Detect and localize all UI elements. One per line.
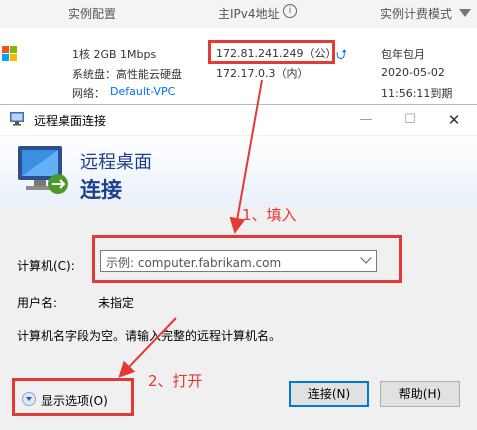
minimize-icon[interactable]: — xyxy=(344,105,388,135)
private-ip: 172.17.0.3（内） xyxy=(216,67,309,80)
username-value: 未指定 xyxy=(98,296,135,310)
billing-date: 2020-05-02 xyxy=(381,66,445,79)
username-label: 用户名: xyxy=(17,296,58,310)
help-button[interactable]: 帮助(H) xyxy=(380,381,460,407)
copy-icon[interactable]: ⮍ xyxy=(336,44,347,68)
dialog-titlebar[interactable]: 远程桌面连接 — ☐ ✕ xyxy=(0,105,477,135)
computer-highlight-box xyxy=(92,235,402,283)
options-highlight-box xyxy=(12,378,134,416)
billing-mode: 包年包月 xyxy=(381,48,425,61)
info-icon[interactable]: i xyxy=(283,4,297,18)
header-config: 实例配置 xyxy=(68,7,117,21)
table-header: 实例配置 主IPv4地址 i 实例计费模式 xyxy=(0,0,477,28)
header-ip: 主IPv4地址 xyxy=(218,7,280,21)
status-message: 计算机名字段为空。请输入完整的远程计算机名。 xyxy=(17,329,282,343)
banner-title: 远程桌面 xyxy=(80,152,152,173)
connect-button[interactable]: 连接(N) xyxy=(289,381,369,407)
ip-highlight-box xyxy=(208,40,335,64)
maximize-icon[interactable]: ☐ xyxy=(388,105,432,135)
computer-label: 计算机(C): xyxy=(17,259,75,273)
windows-icon xyxy=(2,46,17,61)
network-label: 网络： xyxy=(72,87,105,100)
annotation-step1: 1、填入 xyxy=(242,206,297,224)
remote-monitor-icon xyxy=(18,146,68,194)
disk-value: 系统盘：高性能云硬盘 xyxy=(72,68,182,81)
config-value: 1核 2GB 1Mbps xyxy=(72,48,157,61)
rdp-app-icon xyxy=(10,112,24,126)
header-billing: 实例计费模式 xyxy=(380,7,453,21)
banner-subtitle: 连接 xyxy=(80,178,122,202)
network-link[interactable]: Default-VPC xyxy=(110,85,175,98)
dialog-banner: 远程桌面 连接 xyxy=(0,136,477,206)
filter-icon[interactable] xyxy=(459,9,471,17)
dialog-title: 远程桌面连接 xyxy=(34,114,107,128)
annotation-step2: 2、打开 xyxy=(148,372,203,390)
close-icon[interactable]: ✕ xyxy=(432,105,476,135)
billing-expire: 11:56:11到期 xyxy=(381,87,453,100)
